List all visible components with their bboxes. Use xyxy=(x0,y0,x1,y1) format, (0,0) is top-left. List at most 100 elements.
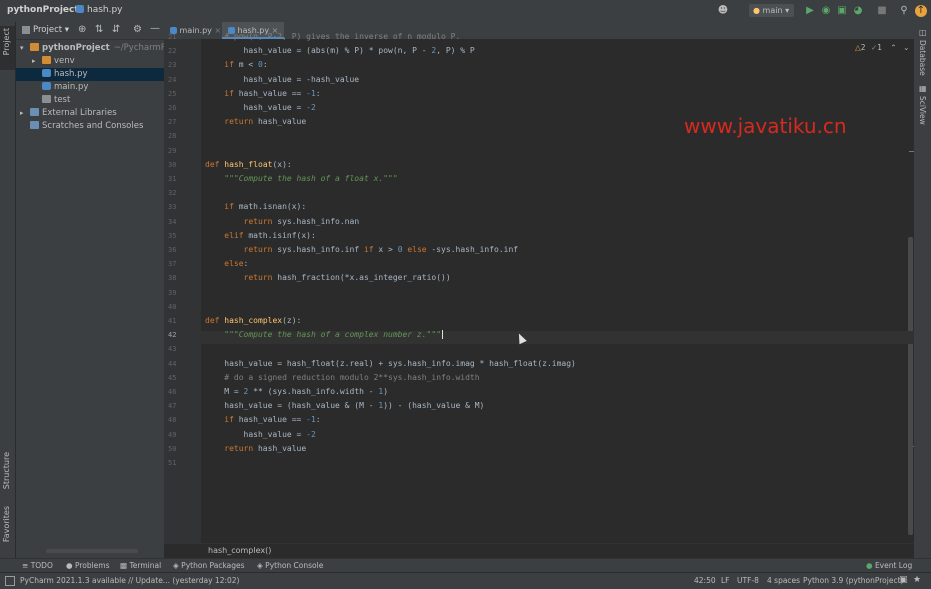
debug-icon[interactable]: ◉ xyxy=(820,5,832,17)
line-number: 40 xyxy=(168,302,177,311)
sciview-tool-tab[interactable]: SciView xyxy=(918,96,927,125)
gear-icon[interactable]: ⚙ xyxy=(133,24,142,35)
title-bar: pythonProject hash.py ☻ ● main ▾ ▶ ◉ ▣ ◕… xyxy=(0,0,931,23)
code-line[interactable]: if hash_value == -1: xyxy=(205,89,320,98)
lib-icon xyxy=(30,108,39,116)
code-line[interactable]: hash_value = (hash_value & (M - 1)) - (h… xyxy=(205,401,484,410)
terminal-icon: ▩ xyxy=(120,561,128,570)
code-line[interactable]: return hash_value xyxy=(205,117,306,126)
structure-tool-tab[interactable]: Structure xyxy=(2,452,11,489)
expand-all-icon[interactable]: ⇅ xyxy=(95,24,103,35)
file-breadcrumb-label: hash.py xyxy=(87,5,123,15)
line-separator[interactable]: LF xyxy=(721,575,730,587)
line-number: 29 xyxy=(168,146,177,155)
file-encoding[interactable]: UTF-8 xyxy=(737,575,759,587)
text-caret xyxy=(442,330,448,340)
favorites-tool-tab[interactable]: Favorites xyxy=(2,506,11,542)
bottom-tool-bar: ≡ TODO ● Problems ▩ Terminal ◈ Python Pa… xyxy=(0,558,931,573)
code-line[interactable]: return hash_fraction(*x.as_integer_ratio… xyxy=(205,273,451,282)
warning-count: 2 xyxy=(860,43,866,52)
tree-item[interactable]: test xyxy=(16,94,164,107)
profile-icon[interactable]: ◕ xyxy=(852,5,864,17)
caret-position[interactable]: 42:50 xyxy=(694,575,716,587)
code-line[interactable]: if hash_value == -1: xyxy=(205,415,320,424)
code-line[interactable]: hash_value = -hash_value xyxy=(205,75,360,84)
chevron-down-icon[interactable]: ▾ xyxy=(20,42,30,55)
code-line[interactable]: return sys.hash_info.inf if x > 0 else -… xyxy=(205,245,519,254)
tree-item[interactable]: ▸ External Libraries xyxy=(16,107,164,120)
left-tool-stripe: Project Structure Favorites xyxy=(0,22,16,558)
tree-horizontal-scrollbar[interactable] xyxy=(46,549,138,553)
code-line[interactable]: """Compute the hash of a complex number … xyxy=(205,330,448,340)
line-number: 39 xyxy=(168,288,177,297)
code-line[interactable]: """Compute the hash of a float x.""" xyxy=(205,174,397,183)
python-console-tool-tab[interactable]: ◈ Python Console xyxy=(257,560,323,572)
ok-count: 1 xyxy=(877,43,883,52)
indent-setting[interactable]: 4 spaces xyxy=(767,575,800,587)
code-line[interactable]: hash_value = -2 xyxy=(205,430,316,439)
chevron-right-icon[interactable]: ▸ xyxy=(20,107,30,120)
event-log-icon: ● xyxy=(866,561,873,570)
event-log-tool-tab[interactable]: ● Event Log xyxy=(866,560,912,572)
tree-item[interactable]: ▸ venv xyxy=(16,55,164,68)
todo-tool-tab[interactable]: ≡ TODO xyxy=(22,560,53,572)
code-line[interactable]: if m < 0: xyxy=(205,60,267,69)
chevron-up-icon[interactable]: ⌃ xyxy=(890,43,896,52)
code-line[interactable]: if math.isnan(x): xyxy=(205,202,306,211)
code-breadcrumb[interactable]: hash_complex() xyxy=(208,546,271,555)
file-breadcrumb[interactable]: hash.py xyxy=(76,5,123,15)
run-icon[interactable]: ▶ xyxy=(804,5,816,17)
update-icon[interactable]: ↑ xyxy=(915,5,927,17)
file-icon xyxy=(42,95,51,103)
database-tool-tab[interactable]: Database xyxy=(918,40,927,76)
status-toggle-icon[interactable] xyxy=(5,576,15,586)
run-config-select[interactable]: ● main ▾ xyxy=(749,4,794,17)
project-tool-tab[interactable]: Project xyxy=(2,28,11,55)
locate-icon[interactable]: ⊕ xyxy=(78,24,86,35)
code-line[interactable]: M = 2 ** (sys.hash_info.width - 1) xyxy=(205,387,388,396)
search-icon[interactable]: ⚲ xyxy=(898,5,910,17)
chevron-down-icon[interactable]: ⌄ xyxy=(903,43,909,52)
terminal-tool-tab[interactable]: ▩ Terminal xyxy=(120,560,161,572)
code-line[interactable]: # pow(n, P-2, P) gives the inverse of n … xyxy=(205,32,460,41)
tree-item-label: Scratches and Consoles xyxy=(42,121,144,131)
notifications-icon[interactable]: ★ xyxy=(913,575,921,585)
code-line[interactable]: else: xyxy=(205,259,248,268)
hide-icon[interactable]: — xyxy=(150,23,160,34)
code-line[interactable]: return sys.hash_info.nan xyxy=(205,217,360,226)
code-line[interactable]: elif math.isinf(x): xyxy=(205,231,316,240)
tree-item[interactable]: hash.py xyxy=(16,68,164,81)
folder-icon xyxy=(42,56,51,64)
problems-tool-tab[interactable]: ● Problems xyxy=(66,560,110,572)
collapse-all-icon[interactable]: ⇵ xyxy=(112,24,120,35)
coverage-icon[interactable]: ▣ xyxy=(836,5,848,17)
lock-icon[interactable]: ▣ xyxy=(899,575,908,585)
status-message[interactable]: PyCharm 2021.1.3 available // Update... … xyxy=(20,575,239,587)
tree-item[interactable]: main.py xyxy=(16,81,164,94)
code-line[interactable]: def hash_float(x): xyxy=(205,160,292,169)
project-breadcrumb[interactable]: pythonProject xyxy=(7,5,79,15)
code-line[interactable]: hash_value = (abs(m) % P) * pow(n, P - 2… xyxy=(205,46,475,55)
editor-vertical-scrollbar[interactable] xyxy=(908,237,913,535)
project-view-icon xyxy=(22,26,30,34)
code-line[interactable]: def hash_complex(z): xyxy=(205,316,301,325)
inspection-widget[interactable]: △2 ✓1 ⌃ ⌄ xyxy=(855,43,909,52)
code-line[interactable]: # do a signed reduction modulo 2**sys.ha… xyxy=(205,373,479,382)
tree-item-label: venv xyxy=(54,56,75,66)
code-line[interactable]: return hash_value xyxy=(205,444,306,453)
project-view-select[interactable]: Project ▾ xyxy=(33,25,69,35)
py-icon xyxy=(42,69,51,77)
project-view-label: Project xyxy=(33,25,63,35)
tree-item[interactable]: Scratches and Consoles xyxy=(16,120,164,133)
code-line[interactable]: hash_value = -2 xyxy=(205,103,316,112)
code-line[interactable]: hash_value = hash_float(z.real) + sys.ha… xyxy=(205,359,576,368)
python-packages-tool-tab[interactable]: ◈ Python Packages xyxy=(173,560,245,572)
project-panel: Project ▾ ⊕ ⇅ ⇵ ⚙ — ▾ pythonProject ~/Pych… xyxy=(16,22,174,558)
interpreter-select[interactable]: Python 3.9 (pythonProject) xyxy=(803,575,903,587)
stop-icon[interactable]: ■ xyxy=(876,5,888,17)
tree-item[interactable]: ▾ pythonProject ~/PycharmPro xyxy=(16,42,174,55)
line-number: 37 xyxy=(168,260,177,269)
chevron-right-icon[interactable]: ▸ xyxy=(32,55,42,68)
user-icon[interactable]: ☻ xyxy=(717,5,729,17)
line-number: 32 xyxy=(168,189,177,198)
